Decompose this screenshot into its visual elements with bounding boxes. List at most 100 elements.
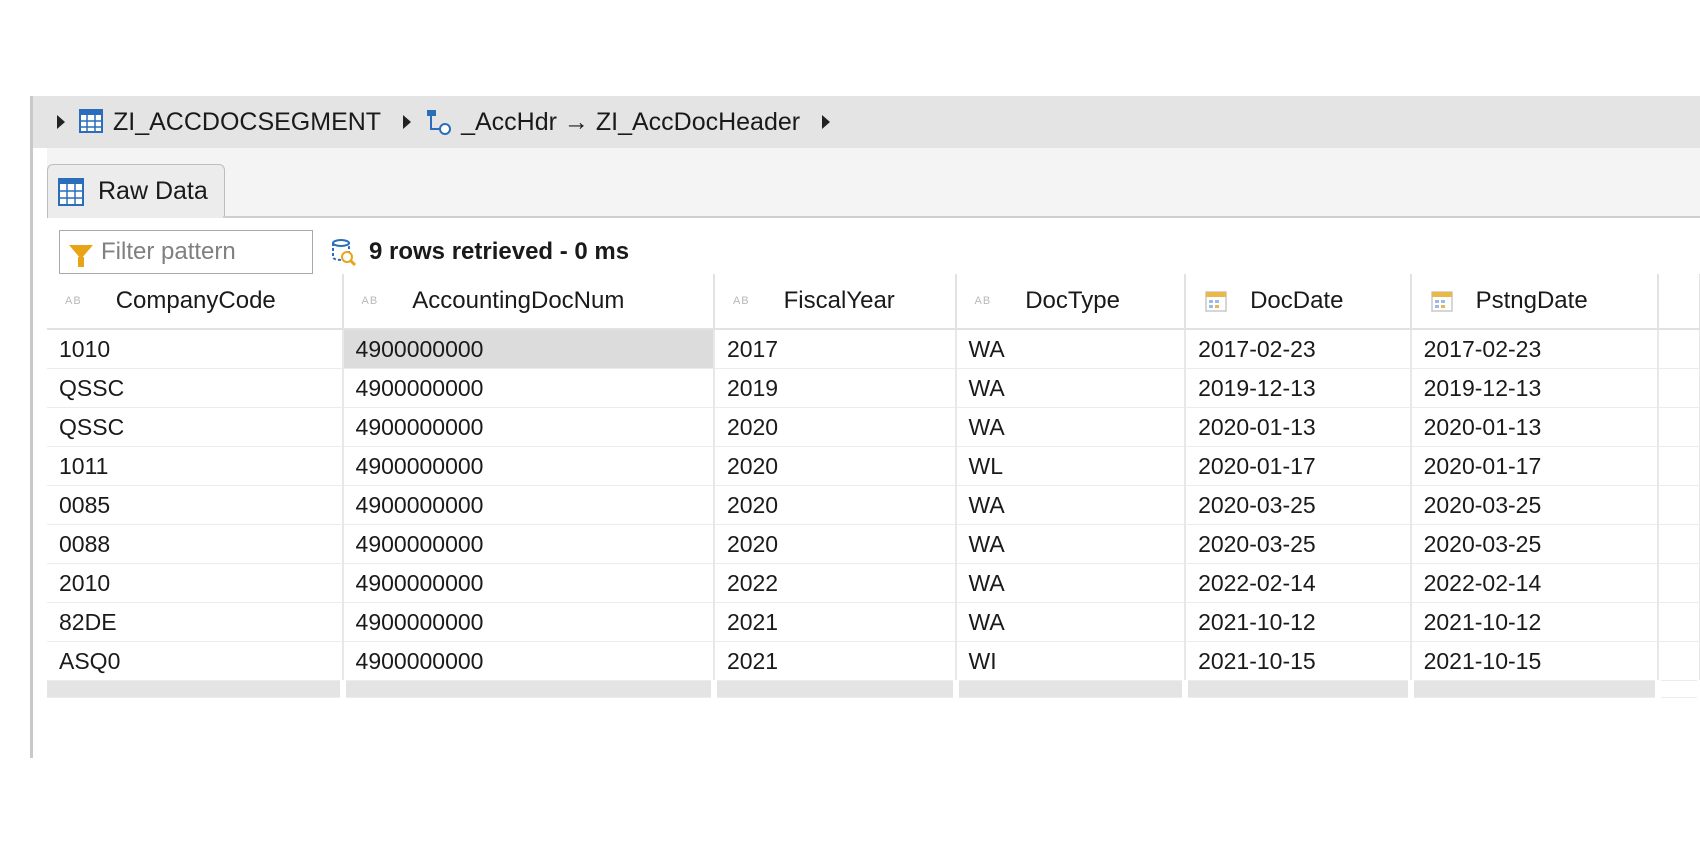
cell-fiscalyear[interactable]: 2020: [713, 524, 957, 564]
cell-overflow: [1658, 563, 1700, 603]
cell-fiscalyear[interactable]: 2020: [713, 446, 957, 486]
status-text: 9 rows retrieved - 0 ms: [369, 238, 630, 265]
cell-accountingdocnum[interactable]: 4900000000: [342, 446, 715, 486]
cell-doctype[interactable]: WI: [955, 641, 1187, 681]
cell-doctype[interactable]: WL: [955, 446, 1187, 486]
table-row[interactable]: 2010 4900000000 2022 WA 2022-02-14 2022-…: [47, 563, 1700, 603]
filter-input[interactable]: [99, 237, 303, 267]
cell-docdate[interactable]: 2020-01-17: [1185, 446, 1412, 486]
table-row[interactable]: 82DE 4900000000 2021 WA 2021-10-12 2021-…: [47, 602, 1700, 642]
tab-label: Raw Data: [98, 177, 208, 205]
column-header-label: DocType: [1025, 287, 1120, 314]
cell-fiscalyear[interactable]: 2022: [713, 563, 957, 603]
tab-raw-data[interactable]: Raw Data: [47, 164, 225, 218]
filler-cell: [1185, 680, 1414, 698]
cell-accountingdocnum[interactable]: 4900000000: [342, 602, 715, 642]
cell-pstngdate[interactable]: 2020-03-25: [1410, 485, 1660, 525]
cell-docdate[interactable]: 2020-03-25: [1185, 524, 1412, 564]
breadcrumb-next-icon[interactable]: [822, 115, 831, 129]
cell-doctype[interactable]: WA: [955, 602, 1187, 642]
cell-fiscalyear[interactable]: 2021: [713, 602, 957, 642]
cell-doctype[interactable]: WA: [955, 368, 1187, 408]
cell-docdate[interactable]: 2021-10-12: [1185, 602, 1412, 642]
cell-accountingdocnum-selected[interactable]: 4900000000: [342, 329, 715, 369]
column-header-label: AccountingDocNum: [412, 287, 625, 314]
cell-docdate[interactable]: 2022-02-14: [1185, 563, 1412, 603]
cell-companycode[interactable]: 1010: [47, 329, 344, 369]
column-header-companycode[interactable]: AB CompanyCode: [47, 274, 344, 330]
breadcrumb-association[interactable]: _AccHdr → ZI_AccDocHeader: [461, 108, 800, 137]
cell-fiscalyear[interactable]: 2019: [713, 368, 957, 408]
cell-docdate[interactable]: 2019-12-13: [1185, 368, 1412, 408]
cell-pstngdate[interactable]: 2020-01-17: [1410, 446, 1660, 486]
data-preview-panel: ZI_ACCDOCSEGMENT _AccHdr → ZI_AccDocHead…: [30, 96, 1700, 758]
cell-pstngdate[interactable]: 2020-01-13: [1410, 407, 1660, 447]
column-header-accountingdocnum[interactable]: AB AccountingDocNum: [342, 274, 715, 330]
cell-companycode[interactable]: 0085: [47, 485, 344, 525]
filler-cell: [713, 680, 959, 698]
column-header-doctype[interactable]: AB DocType: [955, 274, 1187, 330]
table-row[interactable]: 0085 4900000000 2020 WA 2020-03-25 2020-…: [47, 485, 1700, 525]
breadcrumb-entity[interactable]: ZI_ACCDOCSEGMENT: [113, 108, 381, 137]
cell-overflow: [1658, 602, 1700, 642]
cell-doctype[interactable]: WA: [955, 485, 1187, 525]
cell-pstngdate[interactable]: 2019-12-13: [1410, 368, 1660, 408]
cell-accountingdocnum[interactable]: 4900000000: [342, 641, 715, 681]
cell-accountingdocnum[interactable]: 4900000000: [342, 524, 715, 564]
table-row[interactable]: 1010 4900000000 2017 WA 2017-02-23 2017-…: [47, 329, 1700, 369]
column-header-fiscalyear[interactable]: AB FiscalYear: [713, 274, 957, 330]
filter-box[interactable]: [59, 230, 313, 274]
cell-docdate[interactable]: 2021-10-15: [1185, 641, 1412, 681]
column-header-label: PstngDate: [1475, 287, 1588, 314]
cell-fiscalyear[interactable]: 2017: [713, 329, 957, 369]
column-header-overflow: [1658, 274, 1700, 330]
table-row[interactable]: 0088 4900000000 2020 WA 2020-03-25 2020-…: [47, 524, 1700, 564]
text-type-icon: AB: [361, 295, 379, 307]
breadcrumb-expand-icon[interactable]: [57, 115, 65, 129]
cell-accountingdocnum[interactable]: 4900000000: [342, 407, 715, 447]
cell-companycode[interactable]: QSSC: [47, 368, 344, 408]
cell-fiscalyear[interactable]: 2020: [713, 407, 957, 447]
cell-doctype[interactable]: WA: [955, 329, 1187, 369]
breadcrumb-separator-icon[interactable]: [403, 115, 412, 129]
text-type-icon: AB: [974, 295, 992, 307]
cell-companycode[interactable]: 0088: [47, 524, 344, 564]
cell-companycode[interactable]: 2010: [47, 563, 344, 603]
cell-pstngdate[interactable]: 2021-10-15: [1410, 641, 1660, 681]
cell-pstngdate[interactable]: 2020-03-25: [1410, 524, 1660, 564]
cell-doctype[interactable]: WA: [955, 563, 1187, 603]
association-icon: [427, 110, 452, 135]
cell-accountingdocnum[interactable]: 4900000000: [342, 368, 715, 408]
table-header-row: AB CompanyCode AB AccountingDocNum AB Fi…: [47, 274, 1700, 330]
cell-fiscalyear[interactable]: 2020: [713, 485, 957, 525]
table-row[interactable]: 1011 4900000000 2020 WL 2020-01-17 2020-…: [47, 446, 1700, 486]
cell-accountingdocnum[interactable]: 4900000000: [342, 563, 715, 603]
column-header-pstngdate[interactable]: PstngDate: [1410, 274, 1660, 330]
cell-doctype[interactable]: WA: [955, 407, 1187, 447]
breadcrumb: ZI_ACCDOCSEGMENT _AccHdr → ZI_AccDocHead…: [33, 96, 1700, 148]
raw-data-grid-icon: [58, 177, 84, 206]
table-row[interactable]: QSSC 4900000000 2019 WA 2019-12-13 2019-…: [47, 368, 1700, 408]
column-header-docdate[interactable]: DocDate: [1185, 274, 1412, 330]
date-type-icon: [1205, 291, 1227, 312]
table-row[interactable]: ASQ0 4900000000 2021 WI 2021-10-15 2021-…: [47, 641, 1700, 681]
column-header-label: DocDate: [1250, 287, 1344, 314]
text-type-icon: AB: [65, 295, 82, 307]
cell-pstngdate[interactable]: 2021-10-12: [1410, 602, 1660, 642]
cds-entity-icon: [79, 109, 103, 133]
cell-fiscalyear[interactable]: 2021: [713, 641, 957, 681]
cell-companycode[interactable]: 1011: [47, 446, 344, 486]
cell-docdate[interactable]: 2020-01-13: [1185, 407, 1412, 447]
cell-companycode[interactable]: ASQ0: [47, 641, 344, 681]
cell-docdate[interactable]: 2020-03-25: [1185, 485, 1412, 525]
cell-docdate[interactable]: 2017-02-23: [1185, 329, 1412, 369]
cell-companycode[interactable]: 82DE: [47, 602, 344, 642]
date-type-icon: [1430, 291, 1453, 312]
cell-overflow: [1658, 407, 1700, 447]
cell-companycode[interactable]: QSSC: [47, 407, 344, 447]
cell-doctype[interactable]: WA: [955, 524, 1187, 564]
cell-pstngdate[interactable]: 2022-02-14: [1410, 563, 1660, 603]
table-row[interactable]: QSSC 4900000000 2020 WA 2020-01-13 2020-…: [47, 407, 1700, 447]
cell-pstngdate[interactable]: 2017-02-23: [1410, 329, 1660, 369]
cell-accountingdocnum[interactable]: 4900000000: [342, 485, 715, 525]
